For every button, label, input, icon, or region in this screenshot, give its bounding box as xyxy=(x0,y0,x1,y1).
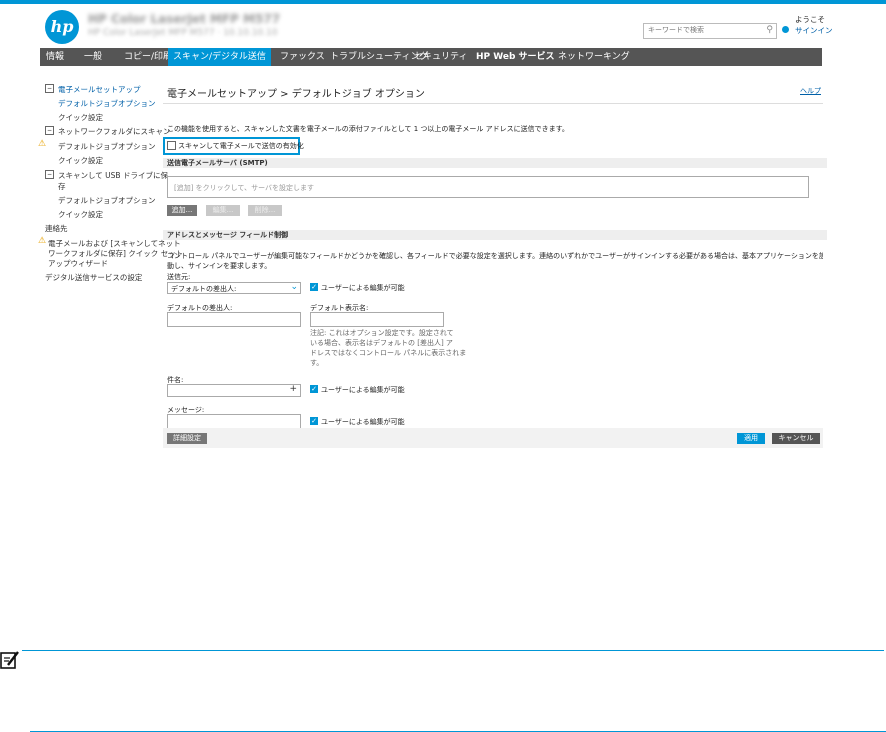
cancel-button[interactable]: キャンセル xyxy=(772,433,820,444)
note-top-rule xyxy=(22,650,884,651)
edit-button[interactable]: 編集... xyxy=(206,205,240,216)
tab-scan-digital-send[interactable]: スキャン/デジタル送信 xyxy=(168,48,271,66)
plus-icon[interactable]: + xyxy=(289,384,297,394)
sidebar-item-digital-send-settings[interactable]: デジタル送信サービスの設定 xyxy=(45,272,142,283)
smtp-section-header: 送信電子メールサーバ (SMTP) xyxy=(163,158,827,168)
top-accent-bar xyxy=(0,0,886,4)
warning-icon: ⚠ xyxy=(38,236,47,246)
help-link[interactable]: ヘルプ xyxy=(800,86,821,96)
subject-user-edit-label: ユーザーによる編集が可能 xyxy=(321,386,405,394)
search-placeholder: キーワードで検索 xyxy=(648,26,704,34)
divider xyxy=(163,103,823,104)
from-user-edit-label: ユーザーによる編集が可能 xyxy=(321,284,405,292)
default-display-input[interactable] xyxy=(310,312,444,327)
warning-icon: ⚠ xyxy=(38,139,47,149)
main-menubar: 情報 一般 コピー/印刷 スキャン/デジタル送信 ファックス トラブルシューティ… xyxy=(40,48,822,66)
field-description: コントロール パネルでユーザーが編集可能なフィールドかどうかを確認し、各フィール… xyxy=(167,252,823,260)
add-button[interactable]: 追加... xyxy=(167,205,197,216)
collapse-icon[interactable]: − xyxy=(45,126,54,135)
sidebar-item-usb-default-job-options[interactable]: デフォルトジョブオプション xyxy=(58,195,156,206)
feature-description: この機能を使用すると、スキャンした文書を電子メールの添付ファイルとして 1 つ以… xyxy=(167,125,569,133)
tab-info[interactable]: 情報 xyxy=(46,48,64,66)
sidebar-item-network-folder[interactable]: ネットワークフォルダにスキャン xyxy=(58,126,171,137)
subject-user-edit-checkbox[interactable]: ✓ xyxy=(310,385,318,393)
display-note-1: 注記: これはオプション設定です。設定されて xyxy=(310,329,454,337)
from-user-edit-checkbox[interactable]: ✓ xyxy=(310,283,318,291)
sidebar-item-usb[interactable]: スキャンして USB ドライブに保 xyxy=(58,170,168,181)
sidebar-item-wizard-line3[interactable]: アップウィザード xyxy=(48,258,108,269)
signin-icon xyxy=(782,26,789,33)
search-input[interactable]: キーワードで検索 ⚲ xyxy=(643,23,777,39)
from-label: 送信元: xyxy=(167,273,191,281)
smtp-server-list[interactable]: [追加] をクリックして、サーバを設定します xyxy=(167,176,809,198)
enable-label: スキャンして電子メールで送信の有効化 xyxy=(178,142,304,150)
sidebar-item-nf-quick-sets[interactable]: クイック設定 xyxy=(58,155,103,166)
search-icon[interactable]: ⚲ xyxy=(766,25,773,35)
footer-bar xyxy=(163,428,823,448)
sidebar-item-default-job-options[interactable]: デフォルトジョブオプション xyxy=(58,98,156,109)
advanced-button[interactable]: 詳細設定 xyxy=(167,433,207,444)
smtp-placeholder: [追加] をクリックして、サーバを設定します xyxy=(174,184,315,192)
sidebar-item-usb-line2[interactable]: 存 xyxy=(58,181,66,192)
hp-logo: hp xyxy=(45,10,79,44)
tab-general[interactable]: 一般 xyxy=(84,48,102,66)
enable-checkbox[interactable] xyxy=(167,141,176,150)
tab-networking[interactable]: ネットワーキング xyxy=(558,48,630,66)
from-select-value: デフォルトの差出人: xyxy=(171,285,237,293)
collapse-icon[interactable]: − xyxy=(45,170,54,179)
message-user-edit-checkbox[interactable]: ✓ xyxy=(310,417,318,425)
display-note-2: いる場合、表示名はデフォルトの [差出人] ア xyxy=(310,339,453,347)
chevron-down-icon: ⌄ xyxy=(290,282,298,292)
delete-button[interactable]: 削除... xyxy=(248,205,282,216)
welcome-text: ようこそ xyxy=(795,15,825,24)
sidebar-item-quick-sets[interactable]: クイック設定 xyxy=(58,112,103,123)
signin-link[interactable]: サインイン xyxy=(795,25,833,36)
apply-button[interactable]: 適用 xyxy=(737,433,765,444)
tab-copy-print[interactable]: コピー/印刷 xyxy=(124,48,172,66)
sidebar-item-nf-default-job-options[interactable]: デフォルトジョブオプション xyxy=(58,141,156,152)
sidebar-item-email-setup[interactable]: 電子メールセットアップ xyxy=(58,84,141,95)
field-control-section-header: アドレスとメッセージ フィールド制御 xyxy=(163,230,827,240)
page-title: 電子メールセットアップ > デフォルトジョブ オプション xyxy=(167,89,425,100)
default-from-input[interactable] xyxy=(167,312,301,327)
printer-subtitle: HP Color LaserJet MFP M577 · 10.10.10.10 xyxy=(88,28,278,38)
tab-fax[interactable]: ファックス xyxy=(280,48,325,66)
sidebar-item-contacts[interactable]: 連絡先 xyxy=(45,223,68,234)
message-textarea[interactable] xyxy=(167,414,301,429)
printer-name: HP Color LaserJet MFP M577 xyxy=(88,12,281,26)
note-pencil-icon xyxy=(0,650,20,670)
field-description-2: 動し、サインインを要求します。 xyxy=(167,262,272,270)
display-note-4: す。 xyxy=(310,359,324,367)
sidebar-item-usb-quick-sets[interactable]: クイック設定 xyxy=(58,209,103,220)
collapse-icon[interactable]: − xyxy=(45,84,54,93)
subject-input[interactable]: + xyxy=(167,384,301,397)
tab-hp-web-services[interactable]: HP Web サービス xyxy=(476,48,555,66)
from-select[interactable]: デフォルトの差出人: ⌄ xyxy=(167,282,301,294)
tab-security[interactable]: セキュリティ xyxy=(414,48,467,66)
message-user-edit-label: ユーザーによる編集が可能 xyxy=(321,418,405,426)
display-note-3: ドレスではなくコントロール パネルに表示されま xyxy=(310,349,467,357)
